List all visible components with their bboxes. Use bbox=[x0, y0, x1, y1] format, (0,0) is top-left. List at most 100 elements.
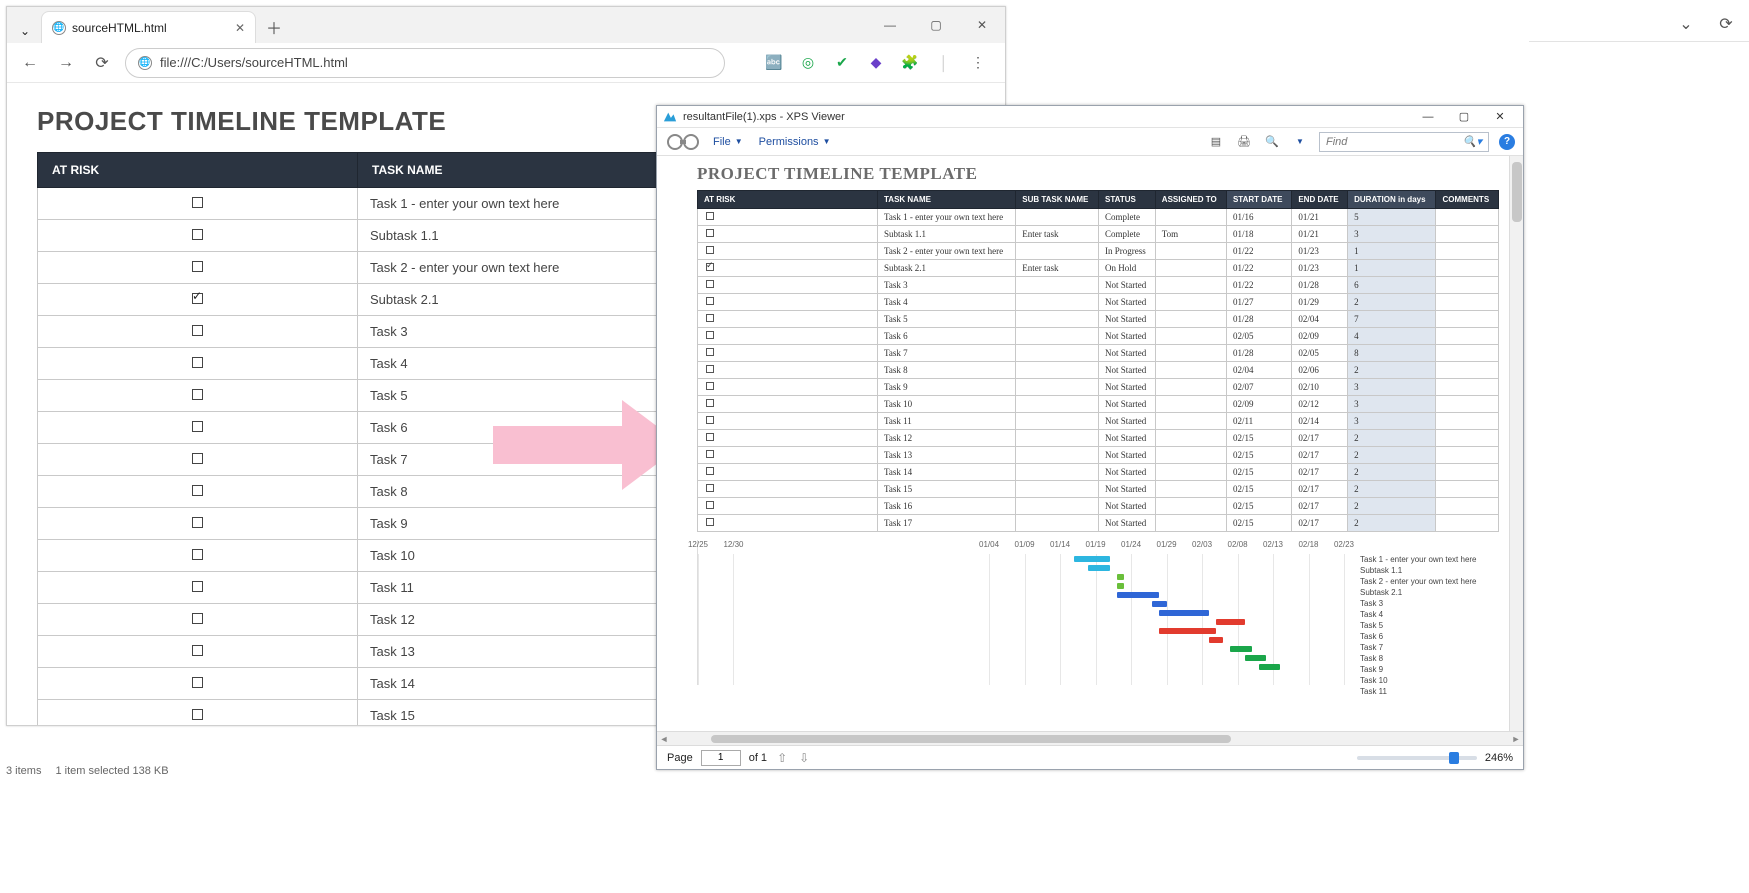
close-button[interactable]: ✕ bbox=[959, 7, 1005, 43]
risk-cell[interactable] bbox=[38, 316, 358, 348]
refresh-icon[interactable]: ⟳ bbox=[1713, 11, 1739, 37]
zoom-slider[interactable] bbox=[1357, 756, 1477, 760]
risk-cell[interactable] bbox=[38, 220, 358, 252]
address-bar[interactable]: 🌐 file:///C:/Users/sourceHTML.html bbox=[125, 48, 725, 78]
menu-file[interactable]: File▼ bbox=[709, 134, 747, 150]
status-cell: Not Started bbox=[1099, 515, 1156, 532]
scroll-right-icon[interactable]: ► bbox=[1509, 734, 1523, 744]
risk-cell[interactable] bbox=[38, 380, 358, 412]
xps-close[interactable]: ✕ bbox=[1483, 107, 1517, 127]
risk-cell[interactable] bbox=[38, 668, 358, 700]
risk-cell[interactable] bbox=[38, 348, 358, 380]
task-cell: Task 17 bbox=[878, 515, 1016, 532]
risk-cell[interactable] bbox=[38, 604, 358, 636]
browser-tab[interactable]: 🌐 sourceHTML.html ✕ bbox=[41, 11, 256, 43]
forward-button[interactable]: → bbox=[53, 50, 79, 76]
zoom-100-icon[interactable]: 🔍 bbox=[1263, 133, 1281, 151]
start-cell: 01/28 bbox=[1226, 311, 1291, 328]
checkbox-icon[interactable] bbox=[192, 709, 203, 720]
risk-cell[interactable] bbox=[38, 444, 358, 476]
scroll-left-icon[interactable]: ◄ bbox=[657, 734, 671, 744]
risk-cell[interactable] bbox=[38, 412, 358, 444]
search-icon[interactable]: 🔍▾ bbox=[1463, 135, 1482, 148]
xps-maximize[interactable]: ▢ bbox=[1447, 107, 1481, 127]
tab-search-button[interactable]: ⌄ bbox=[13, 19, 37, 43]
extension-icon-1[interactable]: 🔤 bbox=[765, 54, 783, 72]
extension-icon-3[interactable]: ✔ bbox=[833, 54, 851, 72]
risk-cell[interactable] bbox=[38, 188, 358, 220]
checkbox-icon[interactable] bbox=[192, 325, 203, 336]
sub-cell bbox=[1016, 430, 1099, 447]
comment-cell bbox=[1436, 498, 1499, 515]
gridline bbox=[733, 554, 734, 685]
reload-button[interactable]: ⟳ bbox=[89, 50, 115, 76]
extensions-button[interactable]: 🧩 bbox=[901, 54, 919, 72]
print-icon[interactable]: 🖨 bbox=[1235, 133, 1253, 151]
risk-cell[interactable] bbox=[38, 508, 358, 540]
comment-cell bbox=[1436, 447, 1499, 464]
axis-tick: 01/29 bbox=[1157, 540, 1177, 549]
vertical-scrollbar[interactable] bbox=[1509, 156, 1523, 731]
col-at-risk: AT RISK bbox=[38, 153, 358, 188]
table-row: Subtask 2.1Enter taskOn Hold01/2201/231 bbox=[698, 260, 1499, 277]
risk-cell[interactable] bbox=[38, 572, 358, 604]
extension-icon-4[interactable]: ◆ bbox=[867, 54, 885, 72]
page-down-icon[interactable]: ⇩ bbox=[797, 751, 811, 765]
page-up-icon[interactable]: ⇧ bbox=[775, 751, 789, 765]
xps-minimize[interactable]: — bbox=[1411, 107, 1445, 127]
assigned-cell bbox=[1155, 481, 1226, 498]
chevron-down-icon[interactable]: ▼ bbox=[1291, 133, 1309, 151]
risk-cell[interactable] bbox=[38, 252, 358, 284]
checkbox-icon[interactable] bbox=[192, 421, 203, 432]
checkbox-icon[interactable] bbox=[192, 197, 203, 208]
new-tab-button[interactable]: ＋ bbox=[262, 15, 286, 39]
status-cell: Not Started bbox=[1099, 464, 1156, 481]
risk-cell[interactable] bbox=[38, 636, 358, 668]
url-text: file:///C:/Users/sourceHTML.html bbox=[160, 55, 348, 70]
checkbox-icon[interactable] bbox=[192, 485, 203, 496]
end-cell: 01/21 bbox=[1292, 209, 1348, 226]
checkbox-icon[interactable] bbox=[192, 645, 203, 656]
checkbox-icon[interactable] bbox=[192, 389, 203, 400]
chrome-menu-button[interactable]: ⋮ bbox=[969, 54, 987, 72]
close-tab-icon[interactable]: ✕ bbox=[235, 21, 245, 35]
axis-tick: 01/09 bbox=[1015, 540, 1035, 549]
checkbox-icon[interactable] bbox=[192, 229, 203, 240]
risk-cell bbox=[698, 379, 878, 396]
risk-cell[interactable] bbox=[38, 540, 358, 572]
task-cell: Task 6 bbox=[878, 328, 1016, 345]
checkbox-icon[interactable] bbox=[192, 549, 203, 560]
checkbox-icon bbox=[706, 399, 714, 407]
risk-cell[interactable] bbox=[38, 700, 358, 726]
maximize-button[interactable]: ▢ bbox=[913, 7, 959, 43]
checkbox-icon[interactable] bbox=[192, 293, 203, 304]
table-row: Task 2 - enter your own text hereIn Prog… bbox=[698, 243, 1499, 260]
risk-cell[interactable] bbox=[38, 476, 358, 508]
checkbox-icon bbox=[706, 331, 714, 339]
horizontal-scrollbar[interactable]: ◄ ► bbox=[657, 731, 1523, 745]
checkbox-icon[interactable] bbox=[192, 581, 203, 592]
binoculars-icon[interactable] bbox=[665, 132, 701, 152]
help-button[interactable]: ? bbox=[1499, 134, 1515, 150]
task-cell: Task 3 bbox=[878, 277, 1016, 294]
start-cell: 02/04 bbox=[1226, 362, 1291, 379]
checkbox-icon[interactable] bbox=[192, 357, 203, 368]
menu-permissions[interactable]: Permissions▼ bbox=[755, 134, 835, 150]
checkbox-icon[interactable] bbox=[192, 613, 203, 624]
find-input[interactable]: Find 🔍▾ bbox=[1319, 132, 1489, 152]
back-button[interactable]: ← bbox=[17, 50, 43, 76]
checkbox-icon[interactable] bbox=[192, 261, 203, 272]
site-info-icon[interactable]: 🌐 bbox=[138, 56, 152, 70]
legend-item: Task 3 bbox=[1360, 598, 1499, 609]
minimize-button[interactable]: — bbox=[867, 7, 913, 43]
layout-icon[interactable]: ▤ bbox=[1207, 133, 1225, 151]
chevron-down-icon[interactable]: ⌄ bbox=[1673, 11, 1699, 37]
extension-icon-2[interactable]: ◎ bbox=[799, 54, 817, 72]
risk-cell bbox=[698, 294, 878, 311]
checkbox-icon[interactable] bbox=[192, 453, 203, 464]
gridline bbox=[1309, 554, 1310, 685]
risk-cell[interactable] bbox=[38, 284, 358, 316]
checkbox-icon[interactable] bbox=[192, 677, 203, 688]
page-input[interactable] bbox=[701, 750, 741, 766]
checkbox-icon[interactable] bbox=[192, 517, 203, 528]
